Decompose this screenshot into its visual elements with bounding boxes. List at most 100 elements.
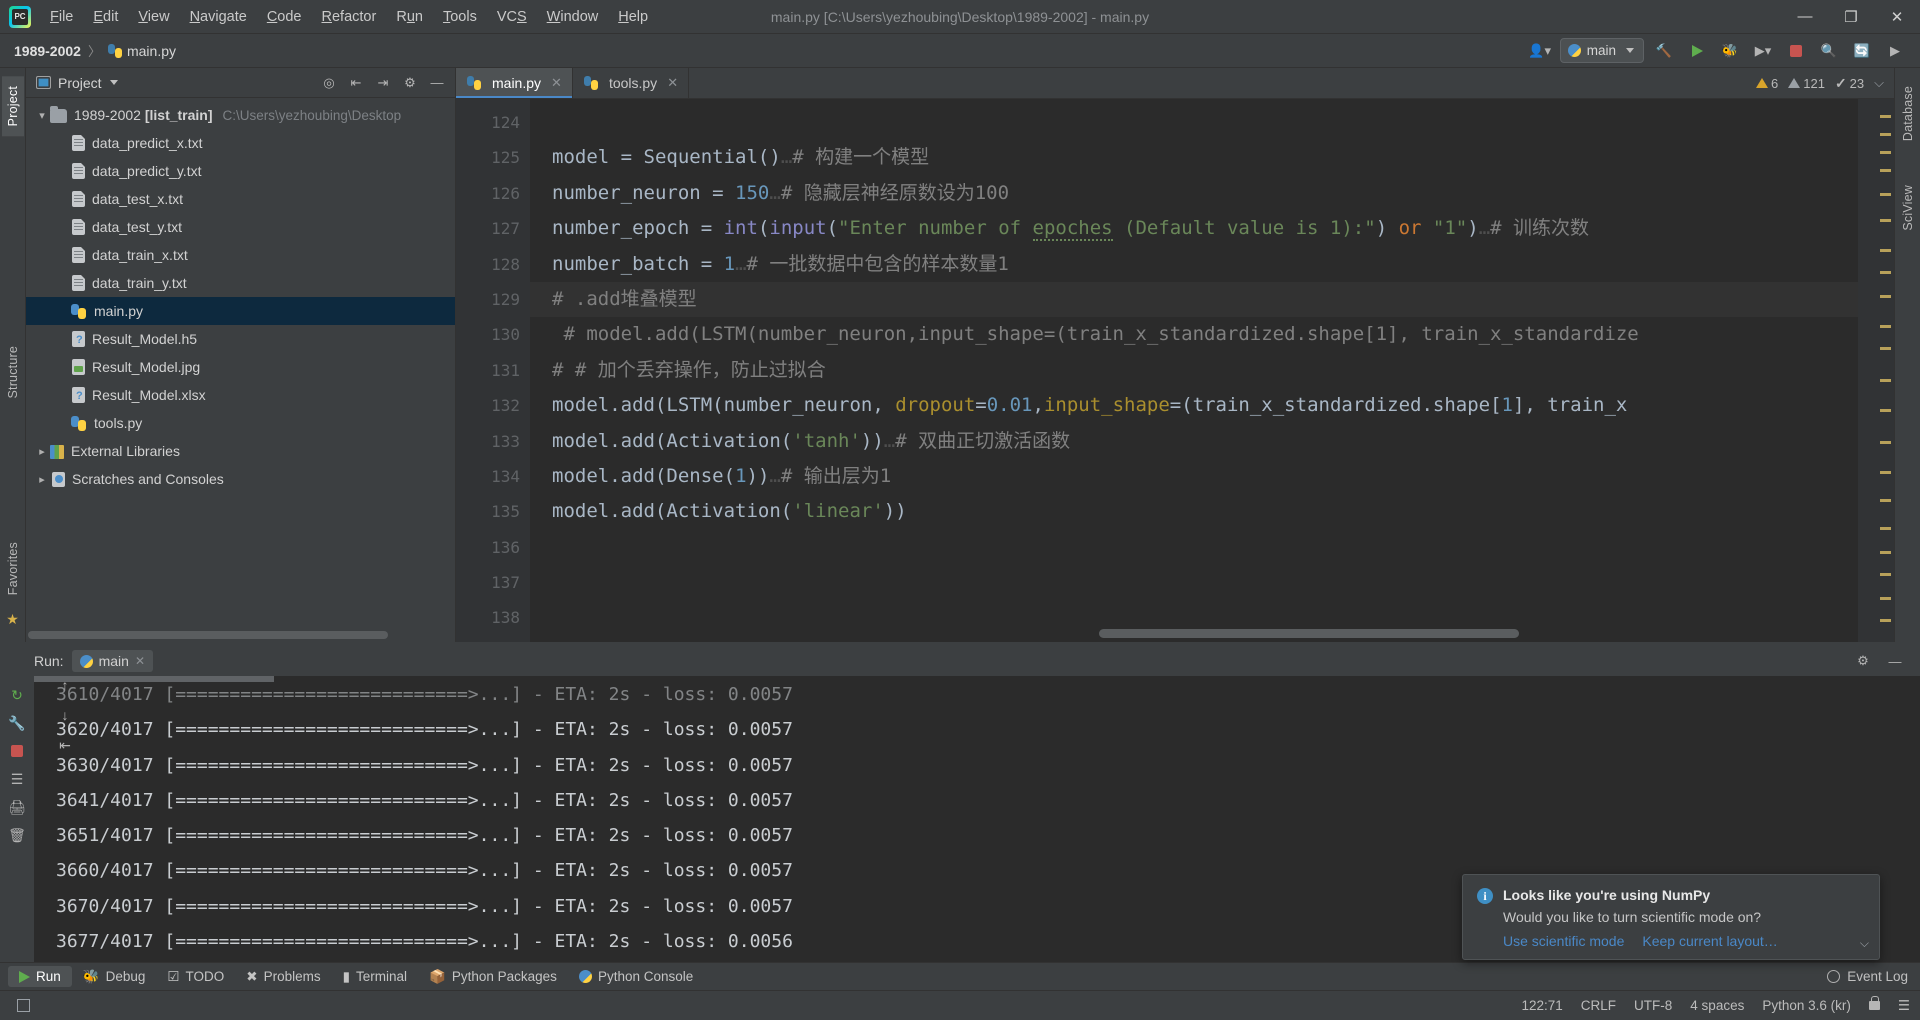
gear-icon[interactable]: ⚙ xyxy=(398,72,422,94)
menu-vcs[interactable]: VCS xyxy=(488,5,536,29)
code-line[interactable]: number_batch = 1…# 一批数据中包含的样本数量1 xyxy=(530,247,1858,282)
menu-edit[interactable]: Edit xyxy=(84,5,127,29)
tool-window-problems[interactable]: ✖ Problems xyxy=(235,966,331,988)
breadcrumb-project[interactable]: 1989-2002 xyxy=(14,43,81,59)
hide-icon[interactable]: — xyxy=(425,72,449,94)
chevron-down-icon[interactable] xyxy=(109,80,118,85)
search-icon[interactable]: 🔍 xyxy=(1816,39,1842,63)
code-line[interactable]: model = Sequential()…# 构建一个模型 xyxy=(530,140,1858,175)
rerun-icon[interactable]: ↻ xyxy=(4,682,30,708)
sidebar-item-project[interactable]: Project xyxy=(1,76,24,137)
close-icon[interactable]: ✕ xyxy=(667,75,678,91)
editor-hscrollbar[interactable] xyxy=(604,629,1822,642)
code-line[interactable] xyxy=(530,565,1858,600)
tree-row-file[interactable]: data_test_y.txt xyxy=(26,213,455,241)
scroll-up-icon[interactable]: ↑ xyxy=(52,672,78,698)
inspections-ok[interactable]: ✓ 23 xyxy=(1835,75,1864,92)
weak-warnings-count[interactable]: 121 xyxy=(1788,76,1825,91)
run-icon[interactable] xyxy=(1684,39,1710,63)
chevron-closed-icon[interactable] xyxy=(34,473,50,486)
file-encoding[interactable]: UTF-8 xyxy=(1634,998,1672,1013)
line-separator[interactable]: CRLF xyxy=(1581,998,1616,1013)
menu-navigate[interactable]: Navigate xyxy=(181,5,256,29)
tree-row-file[interactable]: data_train_x.txt xyxy=(26,241,455,269)
user-icon[interactable]: 👤▾ xyxy=(1527,39,1553,63)
tree-row-external-libraries[interactable]: External Libraries xyxy=(26,437,455,465)
chevron-closed-icon[interactable] xyxy=(34,445,50,458)
coverage-icon[interactable]: ▶▾ xyxy=(1750,39,1776,63)
caret-position[interactable]: 122:71 xyxy=(1521,998,1562,1013)
scroll-to-end-icon[interactable]: ⇤ xyxy=(52,732,78,758)
editor-marker-bar[interactable] xyxy=(1858,99,1894,642)
menu-view[interactable]: View xyxy=(129,5,178,29)
warnings-count[interactable]: 6 xyxy=(1756,76,1778,91)
project-panel-hscrollbar[interactable] xyxy=(26,628,455,642)
menu-refactor[interactable]: Refactor xyxy=(313,5,386,29)
chevron-down-icon[interactable]: ⌵ xyxy=(1874,75,1884,91)
build-icon[interactable]: 🔨 xyxy=(1651,39,1677,63)
indent-setting[interactable]: 4 spaces xyxy=(1690,998,1744,1013)
memory-indicator[interactable]: ☰ xyxy=(1898,998,1910,1014)
locate-icon[interactable]: ◎ xyxy=(317,72,341,94)
event-log-button[interactable]: Event Log xyxy=(1827,969,1920,984)
sidebar-item-database[interactable]: Database xyxy=(1897,76,1919,151)
minimize-button[interactable]: — xyxy=(1782,0,1828,34)
print-icon[interactable]: 🖨 xyxy=(4,794,30,820)
tree-row-file[interactable]: data_train_y.txt xyxy=(26,269,455,297)
favorites-star-icon[interactable]: ★ xyxy=(6,605,19,634)
tool-window-terminal[interactable]: ▮ Terminal xyxy=(332,966,418,988)
stop-icon[interactable] xyxy=(4,738,30,764)
menu-run[interactable]: Run xyxy=(387,5,432,29)
tree-row-file[interactable]: data_predict_y.txt xyxy=(26,157,455,185)
scroll-down-icon[interactable]: ↓ xyxy=(52,702,78,728)
tree-row-scratches[interactable]: Scratches and Consoles xyxy=(26,465,455,493)
toggle-tool-windows-button[interactable] xyxy=(10,999,36,1012)
breadcrumb-file[interactable]: main.py xyxy=(127,43,176,59)
tool-window-run[interactable]: Run xyxy=(8,966,72,987)
close-icon[interactable]: ✕ xyxy=(135,654,145,668)
code-line[interactable] xyxy=(530,530,1858,565)
plugin-icon[interactable]: ▶ xyxy=(1882,39,1908,63)
sidebar-item-favorites[interactable]: Favorites xyxy=(2,532,24,605)
code-line[interactable]: number_neuron = 150…# 隐藏层神经原数设为100 xyxy=(530,176,1858,211)
code-line[interactable]: model.add(Activation('tanh'))…# 双曲正切激活函数 xyxy=(530,424,1858,459)
close-button[interactable]: ✕ xyxy=(1874,0,1920,34)
tab-tools-py[interactable]: tools.py ✕ xyxy=(573,68,690,98)
code-line[interactable]: model.add(Dense(1))…# 输出层为1 xyxy=(530,459,1858,494)
tool-window-python-packages[interactable]: 📦 Python Packages xyxy=(418,966,568,988)
code-editor[interactable]: model = Sequential()…# 构建一个模型 number_neu… xyxy=(530,99,1858,642)
sidebar-item-sciview[interactable]: SciView xyxy=(1897,175,1919,241)
menu-help[interactable]: Help xyxy=(609,5,657,29)
expand-all-icon[interactable]: ⇤ xyxy=(344,72,368,94)
python-interpreter[interactable]: Python 3.6 (kr) xyxy=(1762,998,1851,1013)
update-icon[interactable]: 🔄 xyxy=(1849,39,1875,63)
chevron-down-icon[interactable]: ⌵ xyxy=(1860,936,1869,951)
hide-icon[interactable]: — xyxy=(1882,649,1908,673)
menu-code[interactable]: Code xyxy=(258,5,311,29)
tree-row-tools-py[interactable]: tools.py xyxy=(26,409,455,437)
lock-icon[interactable] xyxy=(1868,996,1880,1010)
inspection-widget[interactable]: 6 121 ✓ 23 ⌵ xyxy=(1756,68,1894,98)
gear-icon[interactable]: ⚙ xyxy=(1850,649,1876,673)
tool-window-python-console[interactable]: Python Console xyxy=(568,966,704,987)
tree-row-file[interactable]: data_test_x.txt xyxy=(26,185,455,213)
run-configuration-selector[interactable]: main xyxy=(1559,38,1644,63)
tree-row-main-py[interactable]: main.py xyxy=(26,297,455,325)
menu-tools[interactable]: Tools xyxy=(434,5,486,29)
menu-file[interactable]: File xyxy=(41,5,82,29)
tool-window-debug[interactable]: 🐝 Debug xyxy=(72,966,157,988)
debug-icon[interactable]: 🐝 xyxy=(1717,39,1743,63)
collapse-all-icon[interactable]: ⇥ xyxy=(371,72,395,94)
code-line[interactable]: number_epoch = int(input("Enter number o… xyxy=(530,211,1858,246)
code-line[interactable] xyxy=(530,105,1858,140)
settings-wrench-icon[interactable]: 🔧 xyxy=(4,710,30,736)
code-line[interactable]: # # 加个丢弃操作，防止过拟合 xyxy=(530,353,1858,388)
close-icon[interactable]: ✕ xyxy=(551,75,562,91)
chevron-open-icon[interactable] xyxy=(34,109,50,122)
tool-window-todo[interactable]: ☑ TODO xyxy=(156,966,235,988)
run-tab-main[interactable]: main ✕ xyxy=(71,650,153,672)
maximize-button[interactable]: ❐ xyxy=(1828,0,1874,34)
clear-all-icon[interactable]: 🗑 xyxy=(4,822,30,848)
tree-row-file[interactable]: Result_Model.xlsx xyxy=(26,381,455,409)
use-scientific-mode-link[interactable]: Use scientific mode xyxy=(1503,933,1624,949)
